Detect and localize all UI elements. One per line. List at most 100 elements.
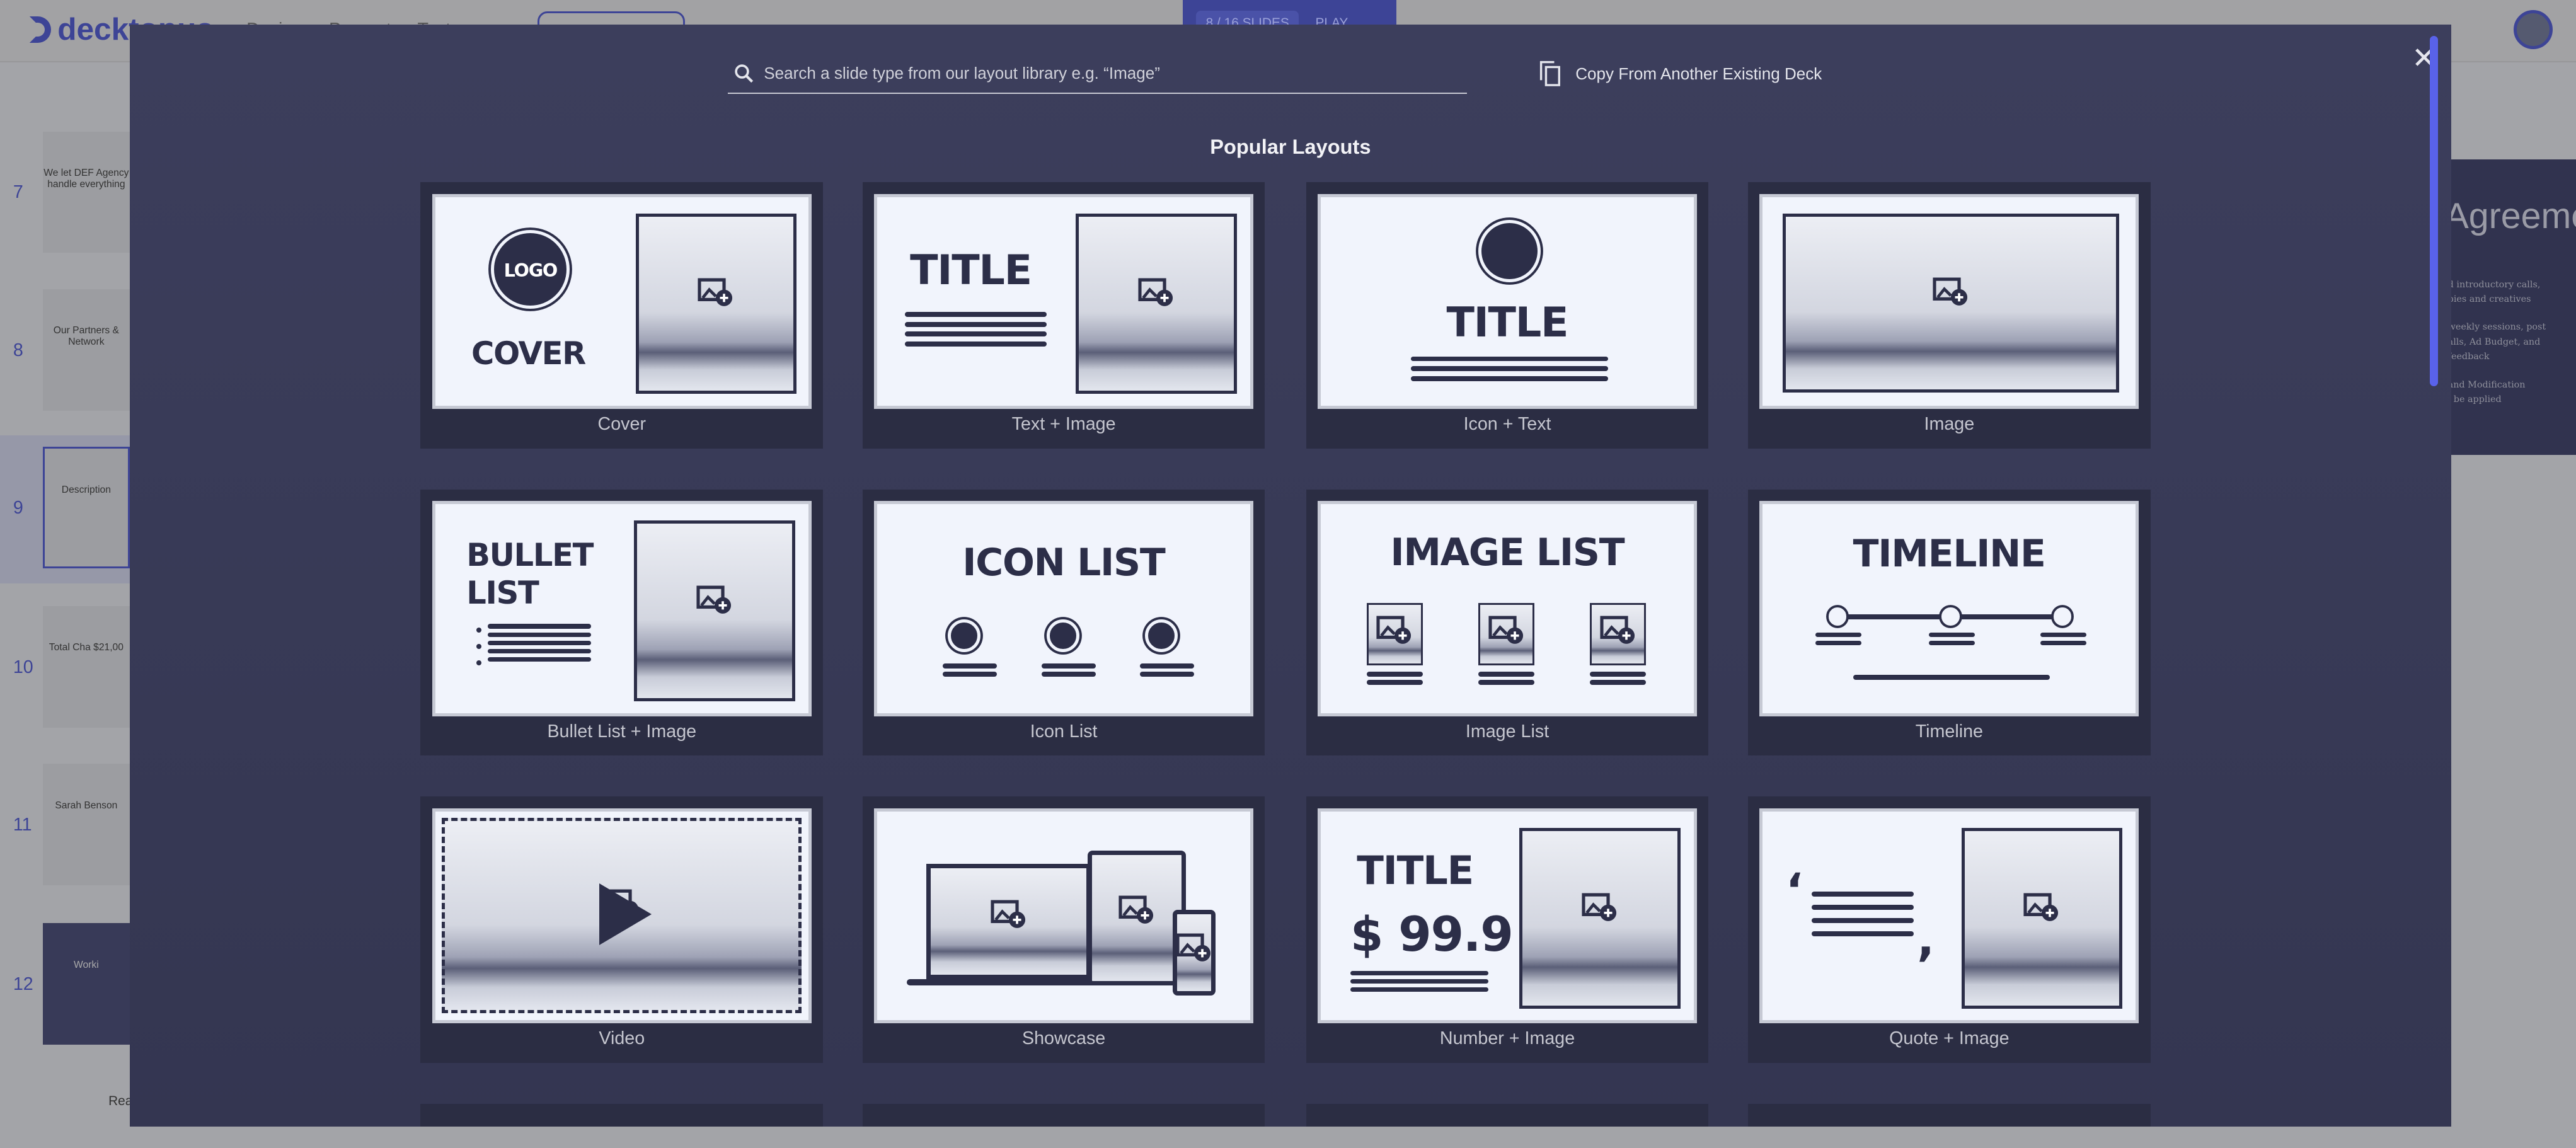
text-line: [1140, 672, 1195, 677]
image-placeholder: [1087, 851, 1187, 986]
bullet: [476, 643, 481, 649]
slide-thumbnail[interactable]: Description: [42, 447, 130, 569]
text-line: [1590, 672, 1647, 677]
layout-search-input[interactable]: [764, 63, 1422, 83]
text-line: [1812, 892, 1914, 897]
layout-label: Video: [599, 1028, 645, 1049]
slide-partial-title: Rea: [108, 1094, 133, 1109]
slide-thumbnail[interactable]: Our Partners & Network: [42, 289, 130, 411]
copy-icon: [1539, 61, 1560, 87]
preview-line: l be applied: [2451, 394, 2502, 405]
layout-thumbnail: TITLE: [1317, 193, 1698, 410]
thumb-text: IMAGE LIST: [1390, 530, 1624, 575]
scrollbar[interactable]: [2429, 36, 2438, 386]
slide-preview: Agreeme d introductory calls, pies and cr…: [2451, 159, 2576, 456]
bullet: [476, 660, 481, 665]
text-line: [1411, 366, 1609, 371]
thumb-text: TITLE: [1446, 299, 1568, 347]
layout-card[interactable]: BULLET LIST Bullet List + Image: [420, 489, 824, 756]
layout-card[interactable]: ‘, Quote + Image: [1747, 796, 2151, 1063]
text-line: [1041, 663, 1096, 669]
text-line: [1366, 680, 1423, 685]
layout-card[interactable]: IMAGE LIST Image List: [1306, 489, 1709, 756]
layout-card-partial[interactable]: [862, 1103, 1265, 1127]
text-line: [1928, 632, 1975, 638]
layout-thumbnail: ICON LIST: [873, 501, 1254, 716]
text-line: [1350, 987, 1488, 992]
text-line: [1041, 672, 1096, 677]
layout-card[interactable]: LOGO COVER Cover: [420, 182, 824, 449]
slide-thumbnail[interactable]: Total Cha $21,00: [42, 606, 130, 728]
layout-card[interactable]: TIMELINE Timeline: [1747, 489, 2151, 756]
thumb-text: LOGO: [503, 259, 558, 281]
layout-card[interactable]: TITLE Icon + Text: [1306, 182, 1709, 449]
image-add-icon: [1933, 277, 1967, 306]
text-line: [1478, 672, 1534, 677]
image-placeholder: [1173, 910, 1216, 996]
layout-card[interactable]: TITLE Text + Image: [862, 182, 1265, 449]
text-line: [1928, 640, 1975, 646]
layout-card[interactable]: Showcase: [862, 796, 1265, 1063]
layout-thumbnail: LOGO COVER: [432, 193, 812, 410]
thumb-text: $ 99.9: [1350, 906, 1514, 962]
image-placeholder: [635, 213, 797, 394]
layout-card[interactable]: TITLE $ 99.9 Number + Image: [1306, 796, 1709, 1063]
text-line: [1350, 970, 1488, 976]
slide-number: 7: [13, 182, 23, 203]
layout-card-partial[interactable]: [1306, 1103, 1709, 1127]
text-line: [1812, 918, 1914, 923]
text-line: [488, 632, 592, 638]
laptop-base: [906, 979, 1104, 986]
image-placeholder: [1961, 827, 2123, 1009]
search-icon: [735, 64, 754, 83]
image-add-icon: [1118, 895, 1153, 924]
slide-thumbnail[interactable]: Sarah Benson: [42, 764, 130, 886]
slide-number: 9: [13, 497, 23, 518]
image-add-icon: [1600, 616, 1635, 644]
slide-thumbnail-text: Sarah Benson: [55, 800, 118, 811]
layout-thumbnail: [432, 808, 812, 1024]
image-add-icon: [1138, 278, 1173, 307]
text-line: [488, 657, 592, 662]
layout-thumbnail: TIMELINE: [1759, 501, 2139, 716]
layout-label: Image List: [1465, 721, 1550, 742]
slide-number: 11: [13, 815, 32, 835]
slide-number: 8: [13, 340, 23, 360]
app-screen: decktopus Design Present Text 8 / 16 SLI…: [0, 0, 2576, 1148]
layout-card-partial[interactable]: [1747, 1103, 2151, 1127]
preview-line: weekly sessions, post: [2451, 322, 2546, 333]
bullet: [476, 627, 481, 633]
image-placeholder: [1590, 602, 1647, 665]
slide-thumbnail-text: Worki: [74, 959, 99, 970]
copy-from-deck-button[interactable]: Copy From Another Existing Deck: [1539, 60, 1822, 87]
image-placeholder: [634, 520, 795, 702]
image-add-icon: [1488, 616, 1523, 644]
timeline-node: [1941, 607, 1960, 626]
image-add-icon: [990, 900, 1025, 929]
layout-thumbnail: [1759, 193, 2139, 410]
thumb-text: TIMELINE: [1853, 532, 2046, 577]
text-line: [1140, 663, 1195, 669]
text-line: [1478, 680, 1534, 685]
preview-line: d introductory calls,: [2451, 279, 2541, 290]
text-line: [1812, 905, 1914, 910]
image-add-icon: [1582, 893, 1617, 921]
slide-thumbnail[interactable]: We let DEF Agency handle everything: [42, 131, 130, 253]
layout-card[interactable]: ICON LIST Icon List: [862, 489, 1265, 756]
image-placeholder: [1519, 827, 1681, 1009]
layout-label: Icon List: [1030, 721, 1098, 742]
logo-icon: [29, 16, 51, 43]
slide-thumbnail[interactable]: Worki: [42, 923, 130, 1045]
text-line: [1853, 675, 2050, 680]
layout-card[interactable]: Video: [420, 796, 824, 1063]
slide-thumbnail-text: Our Partners & Network: [53, 325, 119, 348]
layout-card[interactable]: Image: [1747, 182, 2151, 449]
image-placeholder: [926, 864, 1091, 979]
layout-label: Number + Image: [1439, 1028, 1575, 1049]
layout-label: Quote + Image: [1889, 1028, 2010, 1049]
image-placeholder: [1076, 213, 1237, 394]
layout-card-partial[interactable]: [420, 1103, 824, 1127]
layout-picker-modal: ✕ Copy From Another Existing Deck Popula…: [129, 25, 2451, 1127]
text-line: [1411, 356, 1609, 362]
layout-label: Showcase: [1021, 1028, 1106, 1049]
